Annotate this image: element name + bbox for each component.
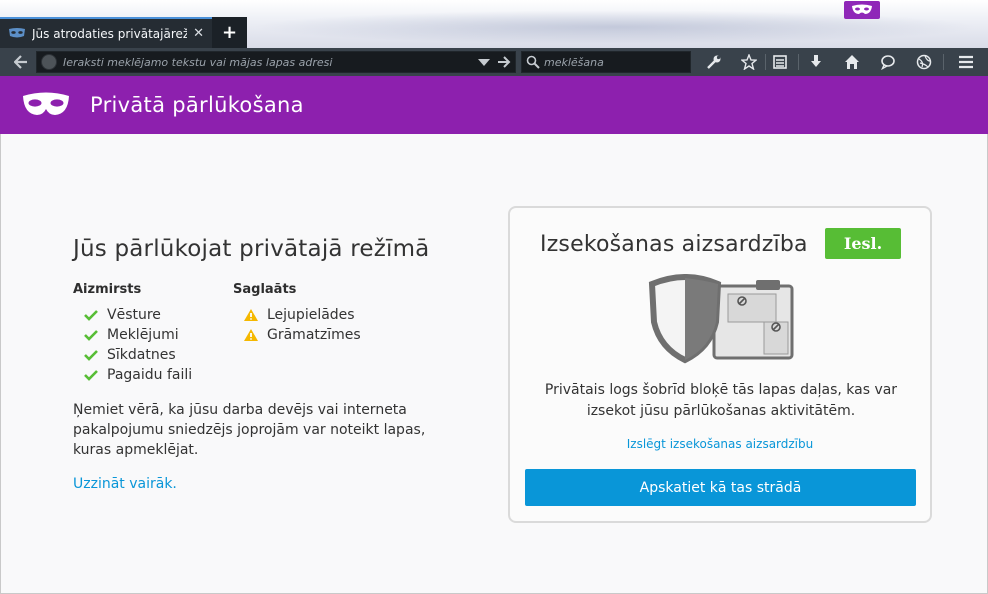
search-bar[interactable] (521, 51, 691, 73)
private-browsing-header: Privātā pārlūkošana (0, 76, 988, 134)
url-bar[interactable] (36, 51, 516, 73)
checkmark-icon (83, 309, 99, 321)
list-item: Pagaidu faili (83, 365, 192, 385)
search-input[interactable] (544, 55, 684, 69)
download-icon (811, 55, 821, 67)
toolbar-separator (943, 54, 944, 70)
tab-close-icon[interactable]: ✕ (193, 26, 204, 41)
private-mask-icon (23, 92, 69, 115)
globe-icon (916, 54, 932, 70)
new-tab-button[interactable]: + (212, 17, 247, 48)
private-mask-favicon-icon (9, 27, 25, 37)
tab-private-browsing[interactable]: Jūs atrodaties privātajārežī... ✕ (0, 17, 212, 48)
shield-blocking-icon (648, 274, 794, 364)
privacy-note: Ņemiet vērā, ka jūsu darba devējs vai in… (73, 402, 426, 458)
wrench-icon (707, 55, 721, 69)
globe-addon-button[interactable] (913, 52, 935, 72)
menu-button[interactable] (955, 52, 977, 72)
warning-icon (243, 308, 259, 322)
list-item: Grāmatzīmes (243, 325, 361, 345)
main-heading: Jūs pārlūkojat privātajā režīmā (73, 236, 430, 262)
private-info-section: Jūs pārlūkojat privātajā režīmā Aizmirst… (73, 236, 473, 492)
warning-icon (243, 328, 259, 342)
list-item: Meklējumi (83, 325, 192, 345)
downloads-button[interactable] (805, 52, 827, 72)
page-content: Jūs pārlūkojat privātajā režīmā Aizmirst… (0, 134, 988, 594)
list-item: Sīkdatnes (83, 345, 192, 365)
url-input[interactable] (63, 55, 463, 69)
private-browsing-badge-icon (844, 1, 880, 19)
chat-bubble-icon (881, 55, 895, 70)
bookmark-star-button[interactable] (738, 52, 760, 72)
forgotten-list-title: Aizmirsts (73, 282, 142, 297)
tracking-protection-title: Izsekošanas aizsardzība (540, 232, 808, 257)
checkmark-icon (83, 369, 99, 381)
go-arrow-icon[interactable] (497, 55, 511, 69)
info-lists: Aizmirsts Vēsture Meklējumi Sīkdatnes Pa… (73, 282, 473, 390)
back-arrow-icon (14, 55, 27, 69)
reading-list-icon (773, 55, 787, 69)
page-title: Privātā pārlūkošana (90, 93, 304, 117)
list-item-label: Sīkdatnes (107, 347, 176, 363)
site-identity-icon[interactable] (41, 54, 57, 70)
hamburger-menu-icon (959, 55, 973, 69)
search-icon (526, 55, 540, 69)
list-item-label: Lejupielādes (267, 307, 355, 323)
navigation-bar (0, 48, 988, 76)
tab-title: Jūs atrodaties privātajārežī... (32, 26, 188, 41)
list-item-label: Pagaidu faili (107, 367, 193, 383)
tab-strip: Jūs atrodaties privātajārežī... ✕ + (0, 0, 988, 48)
home-icon (845, 55, 859, 69)
back-button[interactable] (10, 52, 32, 72)
tracking-status-badge: Iesl. (825, 228, 901, 259)
forgotten-list: Aizmirsts Vēsture Meklējumi Sīkdatnes Pa… (73, 282, 192, 385)
toolbar-separator (765, 54, 766, 70)
checkmark-icon (83, 349, 99, 361)
saved-list-title: Saglaāts (233, 282, 297, 297)
toolbar-separator (798, 54, 799, 70)
tracking-protection-card: Izsekošanas aizsardzība Iesl. Privātais … (508, 206, 932, 523)
tracking-description: Privātais logs šobrīd bloķē tās lapas da… (544, 382, 898, 419)
saved-list: Saglaāts Lejupielādes Grāmatzīmes (233, 282, 361, 345)
reading-list-button[interactable] (769, 52, 791, 72)
list-item-label: Vēsture (107, 307, 161, 323)
home-button[interactable] (841, 52, 863, 72)
list-item-label: Meklējumi (107, 327, 179, 343)
list-item: Lejupielādes (243, 305, 361, 325)
dropdown-arrow-icon[interactable] (477, 55, 491, 69)
checkmark-icon (83, 329, 99, 341)
list-item-label: Grāmatzīmes (267, 327, 361, 343)
hello-chat-button[interactable] (877, 52, 899, 72)
see-how-it-works-button[interactable]: Apskatiet kā tas strādā (525, 469, 916, 506)
learn-more-link[interactable]: Uzzināt vairāk. (73, 476, 177, 492)
list-item: Vēsture (83, 305, 192, 325)
star-icon (741, 54, 757, 70)
developer-tools-button[interactable] (703, 52, 725, 72)
disable-tracking-protection-link[interactable]: Izslēgt izsekošanas aizsardzību (510, 437, 930, 451)
